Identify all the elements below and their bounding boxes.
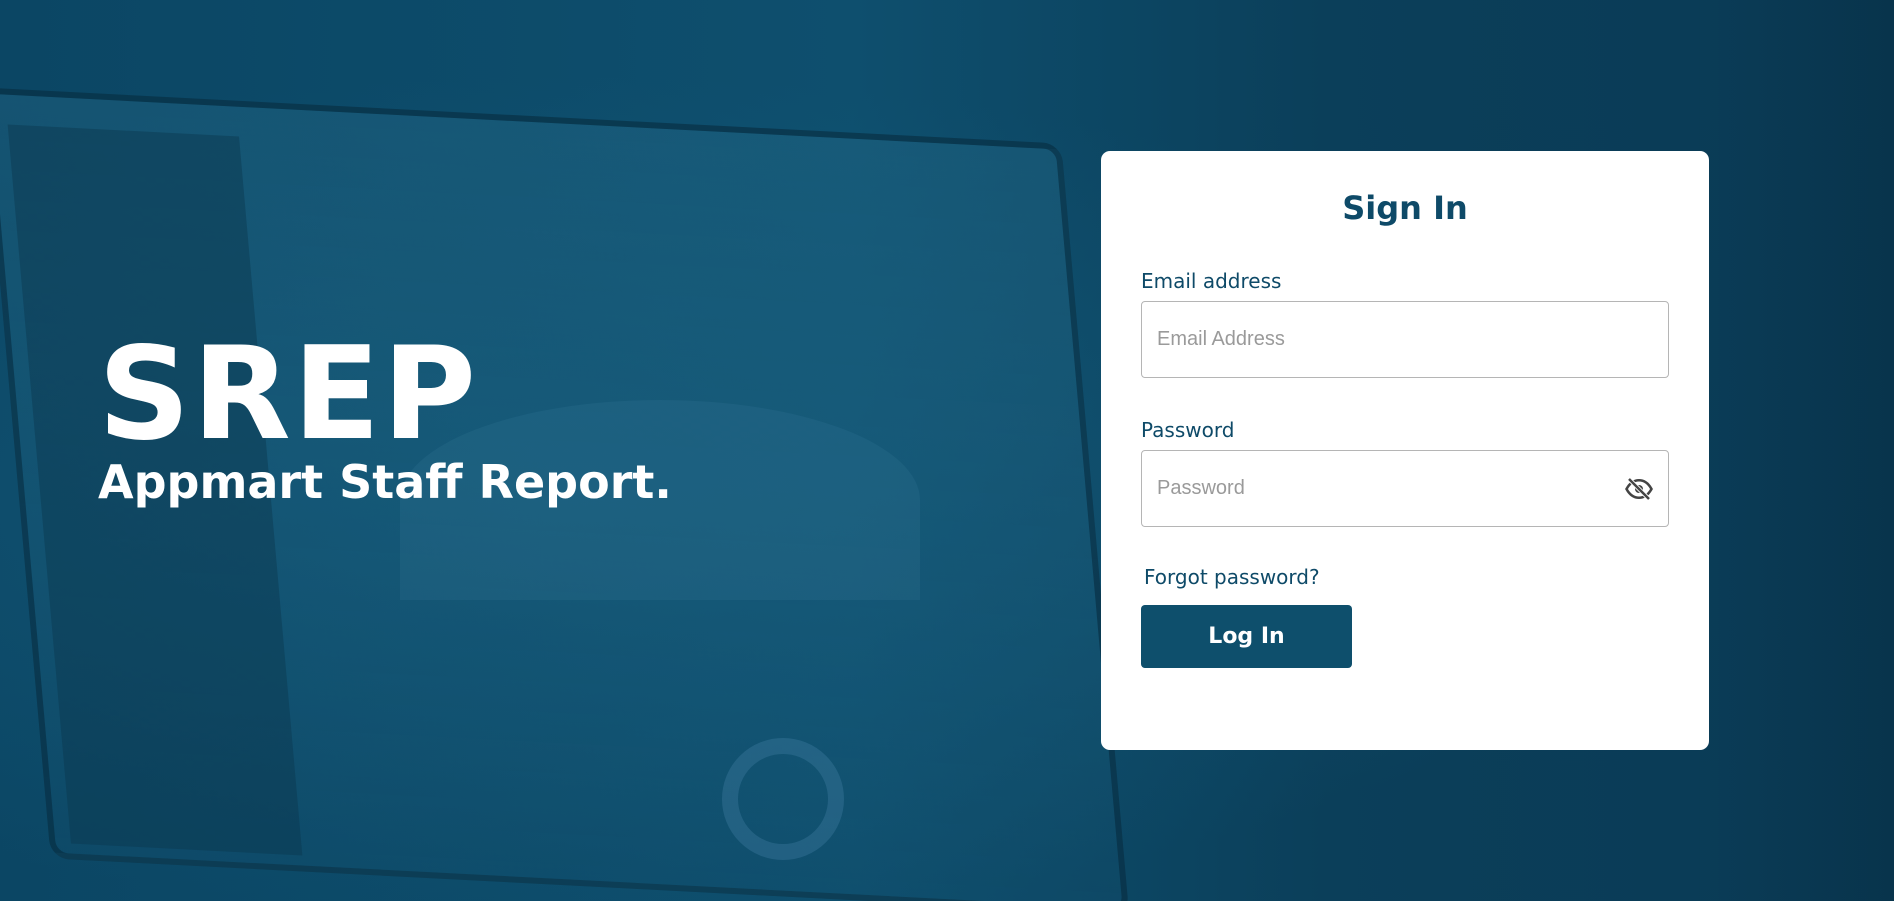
- email-label: Email address: [1141, 269, 1282, 293]
- brand-subtitle: Appmart Staff Report.: [98, 455, 672, 509]
- sign-in-card: Sign In Email address Password Forgot pa…: [1101, 151, 1709, 750]
- password-label: Password: [1141, 418, 1235, 442]
- background-shadow: [1714, 0, 1894, 901]
- email-field-wrapper: [1141, 301, 1669, 378]
- eye-off-icon[interactable]: [1623, 474, 1655, 504]
- password-field-wrapper: [1141, 450, 1669, 527]
- background-donut-chart: [722, 738, 844, 860]
- brand-block: SREP Appmart Staff Report.: [98, 320, 672, 509]
- password-input[interactable]: [1141, 450, 1669, 527]
- brand-title: SREP: [98, 320, 478, 469]
- forgot-password-link[interactable]: Forgot password?: [1144, 565, 1320, 589]
- sign-in-heading: Sign In: [1342, 189, 1468, 227]
- email-input[interactable]: [1141, 301, 1669, 378]
- log-in-button[interactable]: Log In: [1141, 605, 1352, 668]
